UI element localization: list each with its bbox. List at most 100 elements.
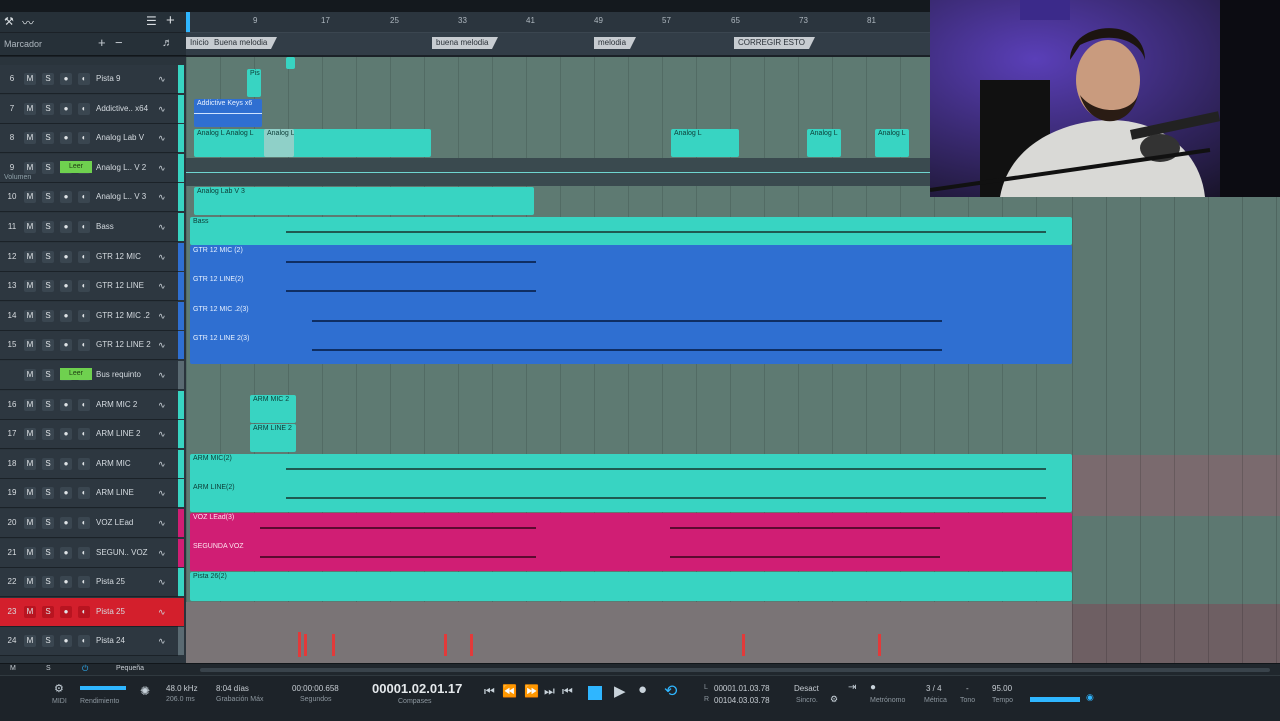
horizontal-scrollbar[interactable] — [200, 668, 1270, 672]
solo-button[interactable]: S — [42, 280, 54, 293]
track-row[interactable]: 24 M S ● ◐ Pista 24 ∿ — [0, 627, 184, 657]
mute-button[interactable]: M — [24, 369, 36, 381]
read-automation-button[interactable]: Leer — [60, 368, 92, 380]
clip[interactable]: ARM LINE 2 — [250, 424, 296, 452]
track-name[interactable]: ARM LINE — [96, 488, 156, 497]
m-icon[interactable]: M — [10, 665, 16, 672]
track-name[interactable]: Pista 24 — [96, 636, 156, 645]
settings-icon[interactable]: ⚙ — [830, 694, 838, 705]
solo-button[interactable]: S — [42, 191, 54, 204]
marker[interactable]: Buena melodia — [210, 37, 278, 49]
clip-group[interactable]: GTR 12 MIC (2) GTR 12 LINE(2) GTR 12 MIC… — [190, 245, 1072, 364]
volume-label[interactable]: Volumen — [4, 174, 94, 184]
clip[interactable]: Analog L — [807, 129, 841, 157]
marker[interactable]: buena melodia — [432, 37, 500, 49]
solo-button[interactable]: S — [42, 161, 54, 174]
solo-button[interactable]: S — [42, 309, 54, 322]
mute-button[interactable]: M — [24, 161, 36, 174]
record-arm-button[interactable]: ● — [60, 339, 72, 352]
track-name[interactable]: SEGUN.. VOZ — [96, 548, 156, 557]
solo-button[interactable]: S — [42, 398, 54, 411]
arrange-empty-area[interactable] — [1072, 197, 1280, 663]
monitor-button[interactable]: ◐ — [78, 546, 90, 559]
track-row[interactable]: 19 M S ● ◐ ARM LINE ∿ — [0, 479, 184, 509]
wrench-icon[interactable]: ⚒ — [4, 15, 14, 28]
clip[interactable]: Analog Lab V 3 — [194, 187, 534, 215]
record-arm-button[interactable]: ● — [60, 428, 72, 441]
add-marker-icon[interactable]: + — [98, 35, 106, 50]
loop-end[interactable]: 00104.03.03.78 — [714, 696, 770, 705]
solo-button[interactable]: S — [42, 132, 54, 145]
timeline-ruler[interactable]: 9 17 25 33 41 49 57 65 73 81 — [186, 12, 930, 33]
track-name[interactable]: ARM MIC 2 — [96, 400, 156, 409]
automation-lane[interactable] — [186, 158, 930, 186]
power-icon[interactable]: ⏻ — [82, 664, 88, 674]
solo-button[interactable]: S — [42, 428, 54, 441]
tempo-value[interactable]: 95.00 — [992, 684, 1012, 693]
clip[interactable]: Bass — [190, 217, 1072, 245]
mute-button[interactable]: M — [24, 132, 36, 145]
record-arm-button[interactable]: ● — [60, 73, 72, 85]
clip[interactable]: Analog L — [671, 129, 739, 157]
clip-group[interactable]: ARM MIC(2) ARM LINE(2) — [190, 454, 1072, 512]
record-arm-button[interactable]: ● — [60, 191, 72, 204]
mute-button[interactable]: M — [24, 221, 36, 233]
monitor-button[interactable]: ◐ — [78, 487, 90, 500]
track-row[interactable]: 18 M S ● ◐ ARM MIC ∿ — [0, 449, 184, 479]
record-arm-button[interactable]: ● — [60, 487, 72, 500]
record-arm-button[interactable]: ● — [60, 309, 72, 322]
mute-button[interactable]: M — [24, 398, 36, 411]
monitor-button[interactable]: ◐ — [78, 517, 90, 529]
mute-button[interactable]: M — [24, 605, 36, 618]
mute-button[interactable]: M — [24, 517, 36, 529]
mute-button[interactable]: M — [24, 546, 36, 559]
monitor-button[interactable]: ◐ — [78, 309, 90, 322]
track-size-select[interactable]: Pequeña — [116, 665, 144, 672]
track-row[interactable]: 15 M S ● ◐ GTR 12 LINE 2 ∿ — [0, 331, 184, 361]
stop-button[interactable] — [588, 686, 602, 700]
record-arm-button[interactable]: ● — [60, 635, 72, 648]
clip[interactable]: Analog L Analog L — [194, 129, 431, 157]
track-name[interactable]: Analog Lab V — [96, 133, 156, 142]
monitor-button[interactable]: ◐ — [78, 605, 90, 618]
mute-button[interactable]: M — [24, 635, 36, 648]
read-automation-button[interactable]: Leer — [60, 160, 92, 173]
play-button[interactable]: ▶ — [614, 682, 626, 700]
track-row[interactable]: 13 M S ● ◐ GTR 12 LINE ∿ — [0, 272, 184, 302]
record-arm-button[interactable]: ● — [60, 546, 72, 559]
mute-button[interactable]: M — [24, 309, 36, 322]
mute-button[interactable]: M — [24, 191, 36, 204]
mute-button[interactable]: M — [24, 250, 36, 263]
key-value[interactable]: - — [966, 684, 969, 693]
track-name[interactable]: GTR 12 MIC .2 — [96, 311, 156, 320]
track-name[interactable]: Bus requinto — [96, 370, 156, 379]
return-to-zero-icon[interactable]: ⏮ — [484, 684, 495, 699]
track-name[interactable]: ARM LINE 2 — [96, 429, 156, 438]
track-row[interactable]: 10 M S ● ◐ Analog L.. V 3 ∿ — [0, 183, 184, 213]
track-name[interactable]: Bass — [96, 222, 156, 231]
sync-value[interactable]: Desact — [794, 684, 819, 693]
track-row[interactable]: MS●◐LeerBus requinto∿ — [0, 361, 184, 390]
solo-button[interactable]: S — [42, 73, 54, 85]
record-arm-button[interactable]: ● — [60, 132, 72, 145]
mute-button[interactable]: M — [24, 457, 36, 470]
mute-button[interactable]: M — [24, 73, 36, 85]
record-arm-button[interactable]: ● — [60, 398, 72, 411]
monitor-button[interactable]: ◐ — [78, 428, 90, 441]
monitor-button[interactable]: ◐ — [78, 132, 90, 145]
solo-button[interactable]: S — [42, 221, 54, 233]
track-name[interactable]: Pista 9 — [96, 74, 156, 83]
loop-button[interactable]: ⟲ — [664, 681, 677, 701]
track-row[interactable]: 17 M S ● ◐ ARM LINE 2 ∿ — [0, 420, 184, 450]
music-note-icon[interactable]: ♬ — [162, 37, 173, 49]
marker[interactable]: Inicio — [186, 37, 219, 49]
end-icon[interactable]: ⏭ — [544, 684, 555, 699]
record-arm-button[interactable]: ● — [60, 280, 72, 293]
track-name[interactable]: Addictive.. x64 — [96, 104, 156, 113]
track-name[interactable]: GTR 12 LINE 2 — [96, 340, 156, 349]
solo-button[interactable]: S — [42, 635, 54, 648]
monitor-button[interactable]: ◐ — [78, 191, 90, 204]
clip[interactable]: Pista 26(2) — [190, 572, 1072, 601]
track-row[interactable]: 14 M S ● ◐ GTR 12 MIC .2 ∿ — [0, 301, 184, 331]
track-name[interactable]: ARM MIC — [96, 459, 156, 468]
